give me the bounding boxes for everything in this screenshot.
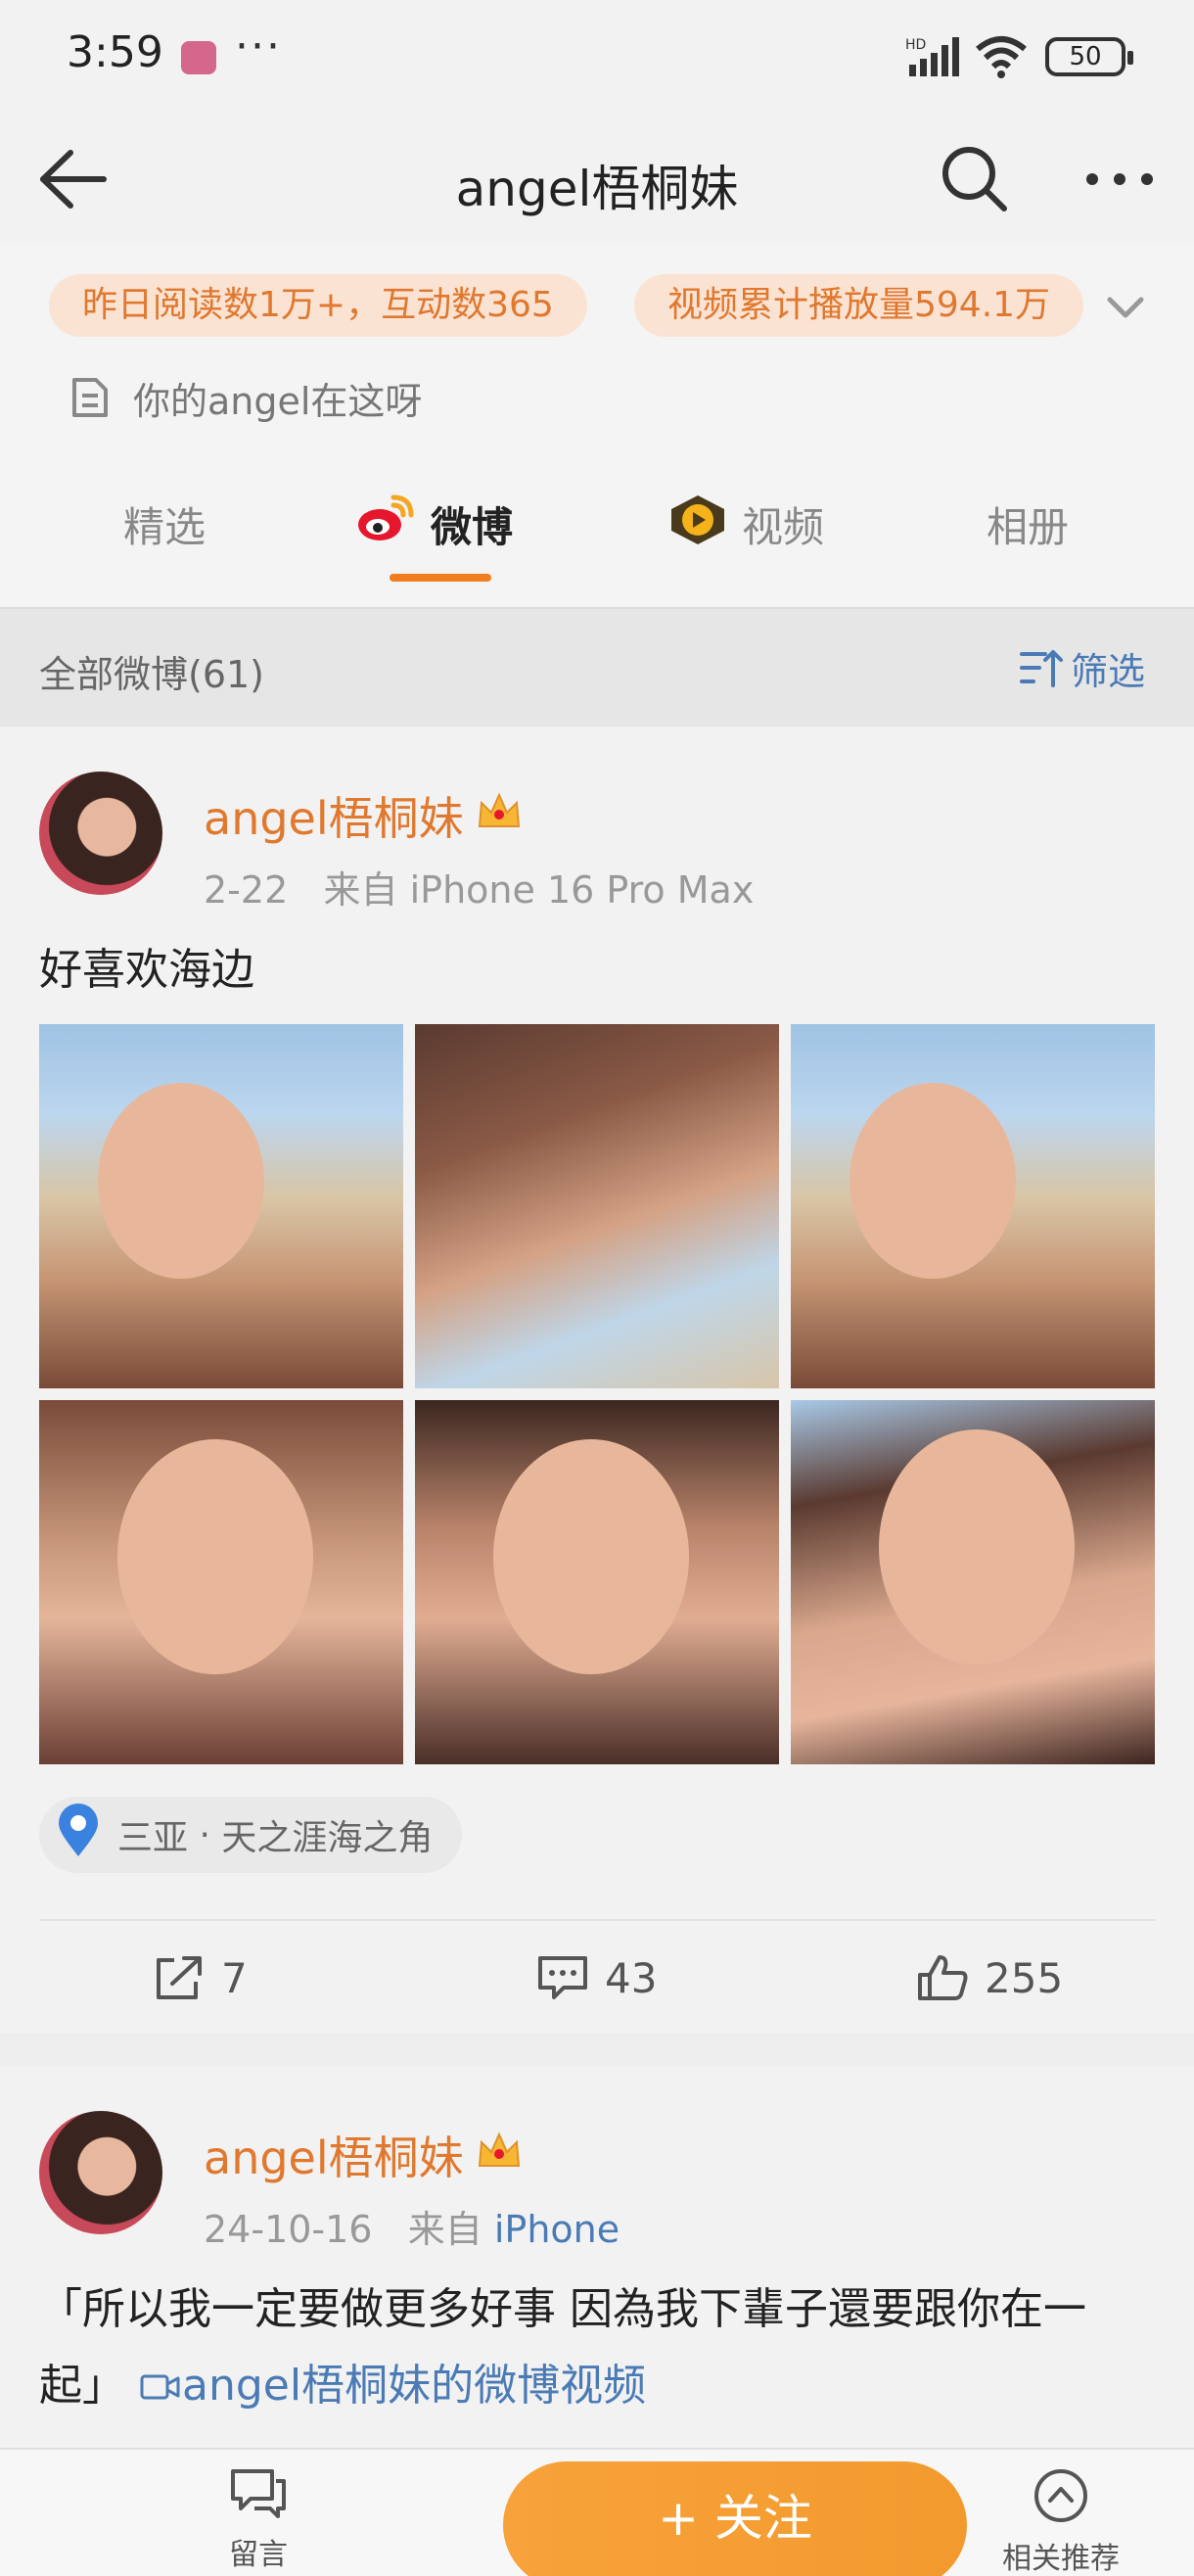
comment-button[interactable]: 43: [536, 1948, 657, 2007]
share-icon: [157, 1956, 202, 1999]
tab-label: 视频: [742, 502, 825, 551]
photo-3[interactable]: [791, 1024, 1155, 1388]
crown-icon: [476, 789, 523, 843]
page-title: angel梧桐妹: [455, 161, 739, 217]
comment-icon: [538, 1956, 587, 1999]
photo-2[interactable]: [415, 1024, 779, 1388]
post-source[interactable]: iPhone: [494, 2208, 620, 2251]
author-name: angel梧桐妹: [204, 2131, 464, 2184]
video-icon: [667, 492, 728, 556]
location-pin-icon: [55, 1803, 102, 1867]
author-name: angel梧桐妹: [204, 792, 464, 845]
post-meta: 24-10-16 来自 iPhone: [204, 2199, 620, 2253]
filter-icon: [1020, 650, 1063, 687]
chevron-down-icon[interactable]: [1104, 290, 1147, 325]
tab-weibo[interactable]: 微博: [354, 490, 513, 558]
related-recommend-label: 相关推荐: [1002, 2542, 1120, 2576]
like-button[interactable]: 255: [916, 1948, 1063, 2007]
like-count: 255: [985, 1953, 1064, 2002]
profile-info: 昨日阅读数1万+，互动数365 视频累计播放量594.1万 你的angel在这呀…: [0, 245, 1194, 607]
post-date: 24-10-16: [204, 2208, 373, 2251]
tab-label: 相册: [987, 502, 1070, 551]
document-icon: [70, 376, 110, 419]
thumbs-up-icon: [918, 1955, 968, 2000]
photo-1[interactable]: [39, 1024, 403, 1388]
active-tab-indicator: [390, 574, 491, 582]
leave-message-label: 留言: [229, 2538, 288, 2572]
app-notification-icon: [181, 41, 216, 74]
post-author[interactable]: angel梧桐妹: [204, 2123, 523, 2187]
post-date: 2-22: [204, 868, 289, 912]
tab-featured[interactable]: 精选: [123, 490, 206, 558]
signal-icon: HD: [905, 35, 962, 82]
filter-row: 全部微博(61) 筛选: [0, 607, 1194, 726]
video-link-label: angel梧桐妹的微博视频: [182, 2361, 647, 2411]
filter-label: 筛选: [1071, 649, 1146, 693]
weibo-post: angel梧桐妹 24-10-16 来自 iPhone 「所以我一定要做更多好事…: [0, 2066, 1194, 2448]
weibo-post: angel梧桐妹 2-22 来自 iPhone 16 Pro Max 好喜欢海边…: [0, 726, 1194, 2034]
search-icon[interactable]: [940, 144, 1010, 214]
source-prefix: 来自: [407, 2208, 482, 2251]
divider: [39, 1919, 1155, 1921]
video-link[interactable]: angel梧桐妹的微博视频: [139, 2361, 646, 2411]
related-recommend-button[interactable]: 相关推荐: [992, 2467, 1129, 2576]
tab-label: 精选: [123, 502, 207, 551]
post-actions: 7 43 255: [0, 1923, 1194, 2031]
post-source: iPhone 16 Pro Max: [409, 868, 755, 912]
photo-5[interactable]: [415, 1400, 779, 1764]
more-icon[interactable]: [1082, 152, 1157, 207]
leave-message-button[interactable]: 留言: [190, 2467, 327, 2573]
location-separator: ·: [199, 1814, 210, 1855]
video-stats-badge[interactable]: 视频累计播放量594.1万: [634, 274, 1084, 337]
location-place: 天之涯海之角: [221, 1818, 434, 1858]
weibo-logo-icon: [354, 492, 417, 556]
crown-icon: [476, 2129, 523, 2182]
photo-grid: [39, 1024, 1155, 1764]
avatar[interactable]: [39, 2111, 162, 2234]
comment-count: 43: [605, 1953, 658, 2002]
repost-count: 7: [221, 1953, 248, 2002]
chevron-up-circle-icon: [1034, 2469, 1087, 2522]
post-text[interactable]: 「所以我一定要做更多好事 因為我下輩子還要跟你在一起」 angel梧桐妹的微博视…: [39, 2272, 1165, 2424]
bio-row: 你的angel在这呀: [70, 370, 422, 425]
photo-6[interactable]: [791, 1400, 1155, 1764]
status-more-dots: ···: [235, 22, 282, 71]
location-tag[interactable]: 三亚 · 天之涯海之角: [39, 1797, 463, 1873]
filter-button[interactable]: 筛选: [1018, 640, 1145, 695]
post-text[interactable]: 好喜欢海边: [39, 932, 1165, 1008]
avatar[interactable]: [39, 772, 162, 895]
post-count-label: 全部微博(61): [39, 653, 265, 696]
tab-album[interactable]: 相册: [987, 490, 1069, 558]
wifi-icon: [974, 35, 1029, 82]
location-city: 三亚: [117, 1818, 189, 1858]
hd-label: HD: [905, 37, 926, 53]
source-prefix: 来自: [323, 868, 398, 912]
message-icon: [231, 2469, 286, 2518]
bottom-bar: 留言 + 关注 相关推荐: [0, 2448, 1194, 2576]
photo-4[interactable]: [39, 1400, 403, 1764]
tab-video[interactable]: 视频: [667, 490, 824, 558]
battery-icon: 50: [1045, 37, 1133, 76]
tab-label: 微博: [431, 502, 514, 551]
top-nav: angel梧桐妹: [0, 113, 1194, 245]
status-bar: 3:59 ··· HD 50: [0, 0, 1194, 113]
repost-button[interactable]: 7: [153, 1948, 248, 2007]
read-stats-badge[interactable]: 昨日阅读数1万+，互动数365: [49, 274, 587, 337]
profile-tabs: 精选 微博 视频 相册: [0, 460, 1194, 607]
profile-bio: 你的angel在这呀: [133, 379, 423, 423]
post-meta: 2-22 来自 iPhone 16 Pro Max: [204, 860, 754, 913]
follow-button[interactable]: + 关注: [503, 2461, 967, 2576]
post-author[interactable]: angel梧桐妹: [204, 783, 523, 848]
video-camera-icon: [140, 2374, 180, 2400]
status-time: 3:59: [67, 27, 163, 77]
